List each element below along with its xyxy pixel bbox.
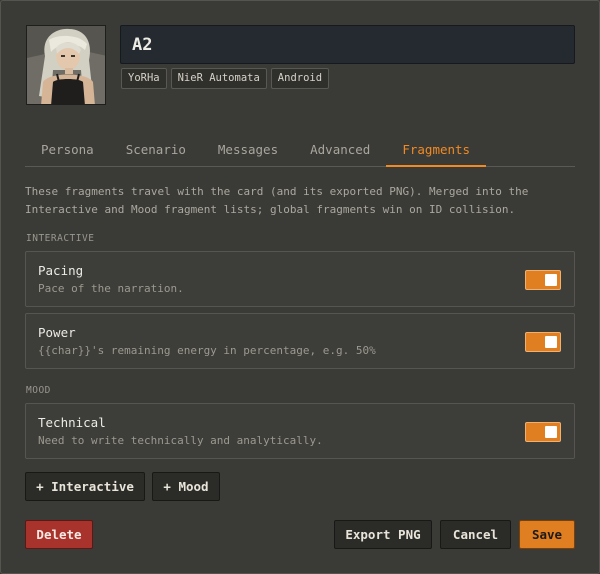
fragment-card-pacing: Pacing Pace of the narration.	[25, 251, 575, 307]
cancel-button[interactable]: Cancel	[440, 520, 511, 549]
fragment-title: Power	[38, 325, 76, 340]
character-name-input[interactable]	[120, 25, 575, 64]
tab-messages[interactable]: Messages	[202, 138, 294, 167]
mood-section-label: MOOD	[26, 385, 51, 396]
fragment-description: {{char}}'s remaining energy in percentag…	[38, 344, 376, 357]
toggle-knob	[545, 336, 557, 348]
export-png-button[interactable]: Export PNG	[334, 520, 432, 549]
tab-fragments[interactable]: Fragments	[386, 138, 487, 167]
add-interactive-button[interactable]: + Interactive	[25, 472, 145, 501]
character-tags: YoRHa NieR Automata Android	[121, 68, 330, 89]
description-line: Interactive and Mood fragment lists; glo…	[25, 203, 516, 216]
tag-chip[interactable]: NieR Automata	[170, 68, 267, 89]
tag-chip[interactable]: YoRHa	[121, 68, 167, 89]
interactive-section-label: INTERACTIVE	[26, 233, 95, 244]
avatar-portrait	[27, 26, 105, 104]
fragment-title: Technical	[38, 415, 106, 430]
character-avatar[interactable]	[26, 25, 106, 105]
fragment-description: Pace of the narration.	[38, 282, 184, 295]
fragment-card-power: Power {{char}}'s remaining energy in per…	[25, 313, 575, 369]
tab-scenario[interactable]: Scenario	[110, 138, 202, 167]
save-button[interactable]: Save	[519, 520, 575, 549]
fragment-toggle[interactable]	[525, 332, 561, 352]
tab-advanced[interactable]: Advanced	[294, 138, 386, 167]
add-mood-button[interactable]: + Mood	[152, 472, 220, 501]
tag-chip[interactable]: Android	[270, 68, 330, 89]
fragment-toggle[interactable]	[525, 270, 561, 290]
toggle-knob	[545, 274, 557, 286]
fragment-description: Need to write technically and analytical…	[38, 434, 323, 447]
toggle-knob	[545, 426, 557, 438]
editor-tabs: Persona Scenario Messages Advanced Fragm…	[25, 138, 575, 167]
tab-persona[interactable]: Persona	[25, 138, 110, 167]
fragments-description: These fragments travel with the card (an…	[25, 183, 575, 219]
fragment-title: Pacing	[38, 263, 84, 278]
fragment-card-technical: Technical Need to write technically and …	[25, 403, 575, 459]
description-line: These fragments travel with the card (an…	[25, 185, 529, 198]
delete-button[interactable]: Delete	[25, 520, 93, 549]
fragment-toggle[interactable]	[525, 422, 561, 442]
